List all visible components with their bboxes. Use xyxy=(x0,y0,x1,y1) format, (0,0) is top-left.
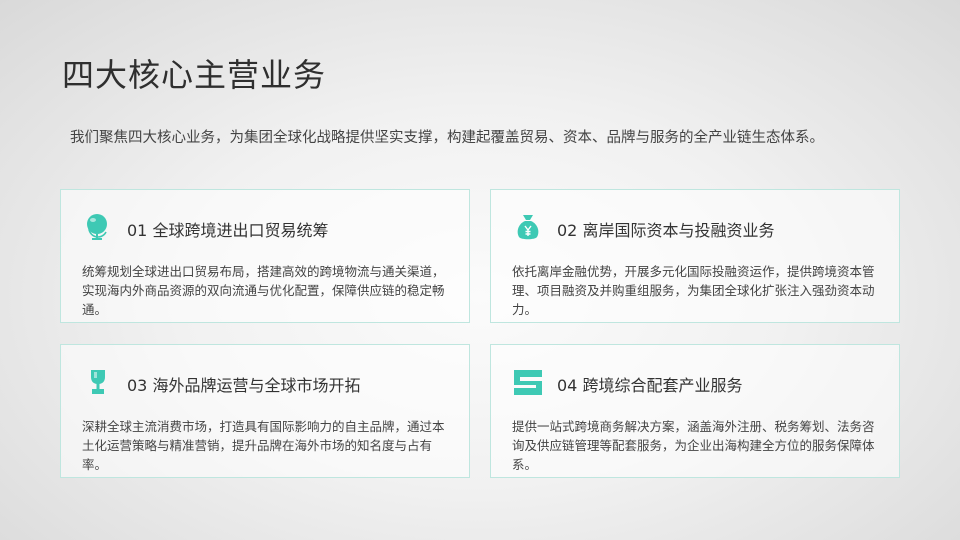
business-card-trade: 01 全球跨境进出口贸易统筹 统筹规划全球进出口贸易布局，搭建高效的跨境物流与通… xyxy=(60,189,470,323)
business-card-services: 04 跨境综合配套产业服务 提供一站式跨境商务解决方案，涵盖海外注册、税务筹划、… xyxy=(490,344,900,478)
page-subtitle: 我们聚焦四大核心业务，为集团全球化战略提供坚实支撑，构建起覆盖贸易、资本、品牌与… xyxy=(70,130,824,146)
card-description: 统筹规划全球进出口贸易布局，搭建高效的跨境物流与通关渠道，实现海内外商品资源的双… xyxy=(82,264,445,317)
money-bag-icon xyxy=(513,212,543,242)
card-description: 依托离岸金融优势，开展多元化国际投融资运作，提供跨境资本管理、项目融资及并购重组… xyxy=(512,264,875,317)
card-title: 01 全球跨境进出口贸易统筹 xyxy=(127,221,329,240)
business-card-brand: 03 海外品牌运营与全球市场开拓 深耕全球主流消费市场，打造具有国际影响力的自主… xyxy=(60,344,470,478)
card-title: 03 海外品牌运营与全球市场开拓 xyxy=(127,376,361,395)
business-card-capital: 02 离岸国际资本与投融资业务 依托离岸金融优势，开展多元化国际投融资运作，提供… xyxy=(490,189,900,323)
card-description: 提供一站式跨境商务解决方案，涵盖海外注册、税务筹划、法务咨询及供应链管理等配套服… xyxy=(512,419,875,472)
card-title: 02 离岸国际资本与投融资业务 xyxy=(557,221,775,240)
card-description: 深耕全球主流消费市场，打造具有国际影响力的自主品牌，通过本土化运营策略与精准营销… xyxy=(82,419,445,472)
workflow-icon xyxy=(513,367,543,397)
card-title: 04 跨境综合配套产业服务 xyxy=(557,376,743,395)
trophy-icon xyxy=(83,367,113,397)
globe-icon xyxy=(83,212,113,242)
page-title: 四大核心主营业务 xyxy=(62,56,327,94)
